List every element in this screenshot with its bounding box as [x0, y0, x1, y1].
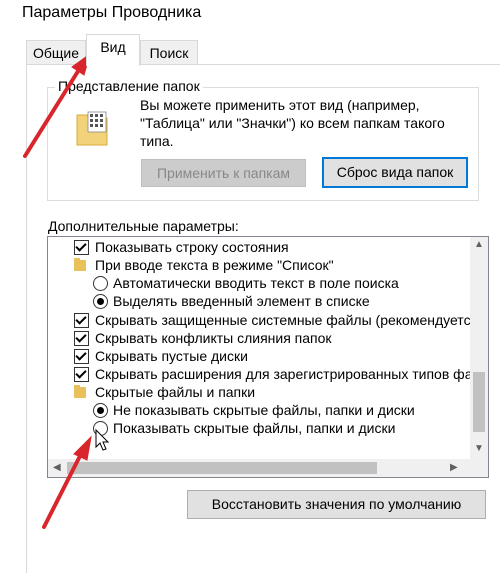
checkbox-checked[interactable]: [74, 349, 89, 364]
list-item-label: Скрывать конфликты слияния папок: [95, 330, 332, 346]
list-item-label: Показывать строку состояния: [95, 239, 289, 255]
list-item-label: Скрытые файлы и папки: [95, 384, 256, 400]
folder-icon: [74, 385, 86, 398]
apply-to-folders-button[interactable]: Применить к папкам: [141, 159, 306, 187]
folder-view-description: Вы можете применить этот вид (например, …: [140, 97, 445, 149]
list-item-label: Скрывать пустые диски: [95, 348, 248, 364]
horizontal-scrollbar[interactable]: ◀ ▶: [48, 459, 488, 477]
restore-defaults-button[interactable]: Восстановить значения по умолчанию: [187, 490, 486, 519]
horizontal-scroll-thumb[interactable]: [67, 462, 377, 474]
scroll-right-icon[interactable]: ▶: [450, 462, 458, 473]
scroll-down-icon[interactable]: ▼: [474, 443, 484, 454]
advanced-settings-label: Дополнительные параметры:: [48, 218, 239, 234]
scroll-left-icon[interactable]: ◀: [53, 462, 61, 473]
checkbox-checked[interactable]: [74, 367, 89, 382]
tab-search[interactable]: Поиск: [140, 40, 198, 64]
folder-view-legend: Представление папок: [55, 78, 203, 94]
tab-strip: Общие Вид Поиск: [0, 30, 500, 66]
radio-checked[interactable]: [93, 294, 108, 309]
tab-general[interactable]: Общие: [26, 40, 86, 64]
checkbox-checked[interactable]: [74, 313, 89, 328]
tab-view[interactable]: Вид: [86, 34, 140, 66]
scroll-up-icon[interactable]: ▲: [474, 239, 484, 250]
title-bar: Параметры Проводника: [0, 0, 500, 30]
advanced-settings-list[interactable]: Показывать строку состояния При вводе те…: [47, 236, 489, 478]
list-item-label: Скрывать защищенные системные файлы (рек…: [95, 312, 471, 328]
folder-view-icon: [76, 111, 108, 146]
vertical-scrollbar[interactable]: ▲ ▼: [470, 237, 488, 459]
radio-checked[interactable]: [93, 403, 108, 418]
folder-icon: [74, 258, 86, 271]
checkbox-checked[interactable]: [74, 331, 89, 346]
window-title: Параметры Проводника: [22, 4, 202, 21]
list-item-label: Автоматически вводить текст в поле поиск…: [113, 275, 399, 291]
list-item-label: При вводе текста в режиме "Список": [95, 257, 334, 273]
list-item-label: Показывать скрытые файлы, папки и диски: [113, 420, 396, 436]
list-item-label: Не показывать скрытые файлы, папки и дис…: [113, 402, 415, 418]
checkbox-checked[interactable]: [74, 240, 89, 255]
list-item-label: Выделять введенный элемент в списке: [113, 293, 370, 309]
list-item-label: Скрывать расширения для зарегистрированн…: [95, 366, 473, 382]
reset-folders-button[interactable]: Сброс вида папок: [322, 157, 468, 188]
radio-unchecked[interactable]: [93, 276, 108, 291]
vertical-scroll-thumb[interactable]: [473, 372, 485, 432]
radio-unchecked[interactable]: [93, 421, 108, 436]
